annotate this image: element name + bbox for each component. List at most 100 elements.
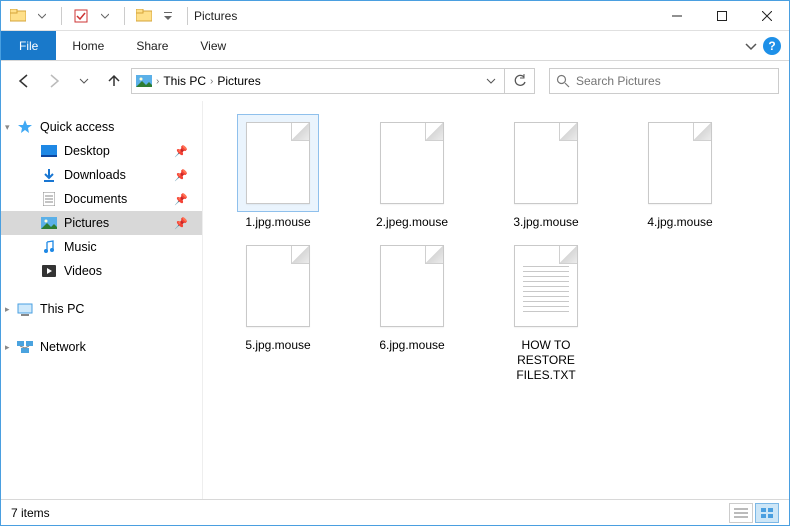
sidebar-network[interactable]: ▸ Network (1, 335, 202, 359)
file-item[interactable]: 5.jpg.mouse (223, 238, 333, 383)
item-count: 7 items (11, 506, 50, 520)
content-area: ▾ Quick access Desktop 📌 Downloads 📌 Doc… (1, 101, 789, 499)
sidebar-item-documents[interactable]: Documents 📌 (1, 187, 202, 211)
file-item[interactable]: 2.jpeg.mouse (357, 115, 467, 230)
pin-icon: 📌 (174, 145, 188, 158)
file-name: 5.jpg.mouse (245, 338, 310, 353)
sidebar-item-label: Desktop (64, 144, 110, 158)
separator (61, 7, 62, 25)
forward-button[interactable] (41, 68, 67, 94)
quick-access-toolbar (1, 5, 194, 27)
file-name: 6.jpg.mouse (379, 338, 444, 353)
file-tab[interactable]: File (1, 31, 56, 60)
sidebar-item-label: Documents (64, 192, 127, 206)
close-button[interactable] (744, 1, 789, 31)
file-thumbnail (238, 238, 318, 334)
details-view-button[interactable] (729, 503, 753, 523)
help-button[interactable]: ? (763, 37, 781, 55)
pin-icon: 📌 (174, 193, 188, 206)
sidebar-item-label: Pictures (64, 216, 109, 230)
navigation-pane: ▾ Quick access Desktop 📌 Downloads 📌 Doc… (1, 101, 203, 499)
pin-icon: 📌 (174, 169, 188, 182)
sidebar-item-pictures[interactable]: Pictures 📌 (1, 211, 202, 235)
back-button[interactable] (11, 68, 37, 94)
sidebar-item-label: Downloads (64, 168, 126, 182)
file-page-icon (514, 122, 578, 204)
file-name: 1.jpg.mouse (245, 215, 310, 230)
qat-dropdown-2[interactable] (94, 5, 116, 27)
file-page-icon (246, 245, 310, 327)
file-thumbnail (372, 238, 452, 334)
up-button[interactable] (101, 68, 127, 94)
sidebar-item-desktop[interactable]: Desktop 📌 (1, 139, 202, 163)
videos-icon (41, 263, 57, 279)
sidebar-item-videos[interactable]: Videos (1, 259, 202, 283)
file-page-icon (380, 245, 444, 327)
search-icon (556, 74, 570, 88)
this-pc-icon (17, 301, 33, 317)
tab-home[interactable]: Home (56, 31, 120, 60)
properties-icon[interactable] (70, 5, 92, 27)
file-name: HOW TO RESTORE FILES.TXT (496, 338, 596, 383)
ribbon: File Home Share View ? (1, 31, 789, 61)
file-page-icon (648, 122, 712, 204)
chevron-right-icon[interactable]: › (156, 76, 159, 87)
sidebar-this-pc[interactable]: ▸ This PC (1, 297, 202, 321)
qat-dropdown-1[interactable] (31, 5, 53, 27)
ribbon-expand-icon[interactable] (745, 40, 757, 52)
chevron-down-icon[interactable]: ▾ (5, 122, 10, 133)
refresh-button[interactable] (505, 68, 535, 94)
sidebar-item-label: Music (64, 240, 97, 254)
sidebar-network-label: Network (40, 340, 86, 354)
network-icon (17, 339, 33, 355)
breadcrumb-pictures[interactable]: Pictures (217, 74, 260, 88)
file-name: 4.jpg.mouse (647, 215, 712, 230)
file-name: 3.jpg.mouse (513, 215, 578, 230)
tab-share[interactable]: Share (120, 31, 184, 60)
recent-locations-dropdown[interactable] (71, 68, 97, 94)
file-name: 2.jpeg.mouse (376, 215, 448, 230)
search-input[interactable] (576, 74, 772, 88)
chevron-right-icon[interactable]: › (210, 76, 213, 87)
file-thumbnail (640, 115, 720, 211)
file-item[interactable]: 3.jpg.mouse (491, 115, 601, 230)
documents-icon (41, 191, 57, 207)
minimize-button[interactable] (654, 1, 699, 31)
chevron-right-icon[interactable]: ▸ (5, 342, 10, 353)
breadcrumb-this-pc[interactable]: This PC (163, 74, 206, 88)
address-bar[interactable]: › This PC › Pictures (131, 68, 505, 94)
sidebar-this-pc-label: This PC (40, 302, 84, 316)
status-bar: 7 items (1, 499, 789, 525)
qat-customize-dropdown[interactable] (157, 5, 179, 27)
separator (124, 7, 125, 25)
tab-view[interactable]: View (184, 31, 242, 60)
quick-access-label: Quick access (40, 120, 114, 134)
file-item[interactable]: 6.jpg.mouse (357, 238, 467, 383)
sidebar-item-downloads[interactable]: Downloads 📌 (1, 163, 202, 187)
chevron-right-icon[interactable]: ▸ (5, 304, 10, 315)
sidebar-item-music[interactable]: Music (1, 235, 202, 259)
file-page-icon (246, 122, 310, 204)
address-dropdown[interactable] (482, 76, 500, 86)
files-pane[interactable]: 1.jpg.mouse 2.jpeg.mouse 3.jpg.mouse 4.jpg.… (203, 101, 789, 499)
maximize-button[interactable] (699, 1, 744, 31)
folder-icon (133, 5, 155, 27)
sidebar-item-label: Videos (64, 264, 102, 278)
file-thumbnail (238, 115, 318, 211)
file-thumbnail (372, 115, 452, 211)
file-item[interactable]: HOW TO RESTORE FILES.TXT (491, 238, 601, 383)
pictures-location-icon (136, 73, 152, 89)
desktop-icon (41, 143, 57, 159)
thumbnails-view-button[interactable] (755, 503, 779, 523)
music-icon (41, 239, 57, 255)
file-page-icon (380, 122, 444, 204)
file-page-icon (514, 245, 578, 327)
star-icon (17, 119, 33, 135)
search-box[interactable] (549, 68, 779, 94)
file-item[interactable]: 1.jpg.mouse (223, 115, 333, 230)
file-item[interactable]: 4.jpg.mouse (625, 115, 735, 230)
explorer-icon[interactable] (7, 5, 29, 27)
downloads-icon (41, 167, 57, 183)
navigation-bar: › This PC › Pictures (1, 61, 789, 101)
quick-access-header[interactable]: ▾ Quick access (1, 115, 202, 139)
